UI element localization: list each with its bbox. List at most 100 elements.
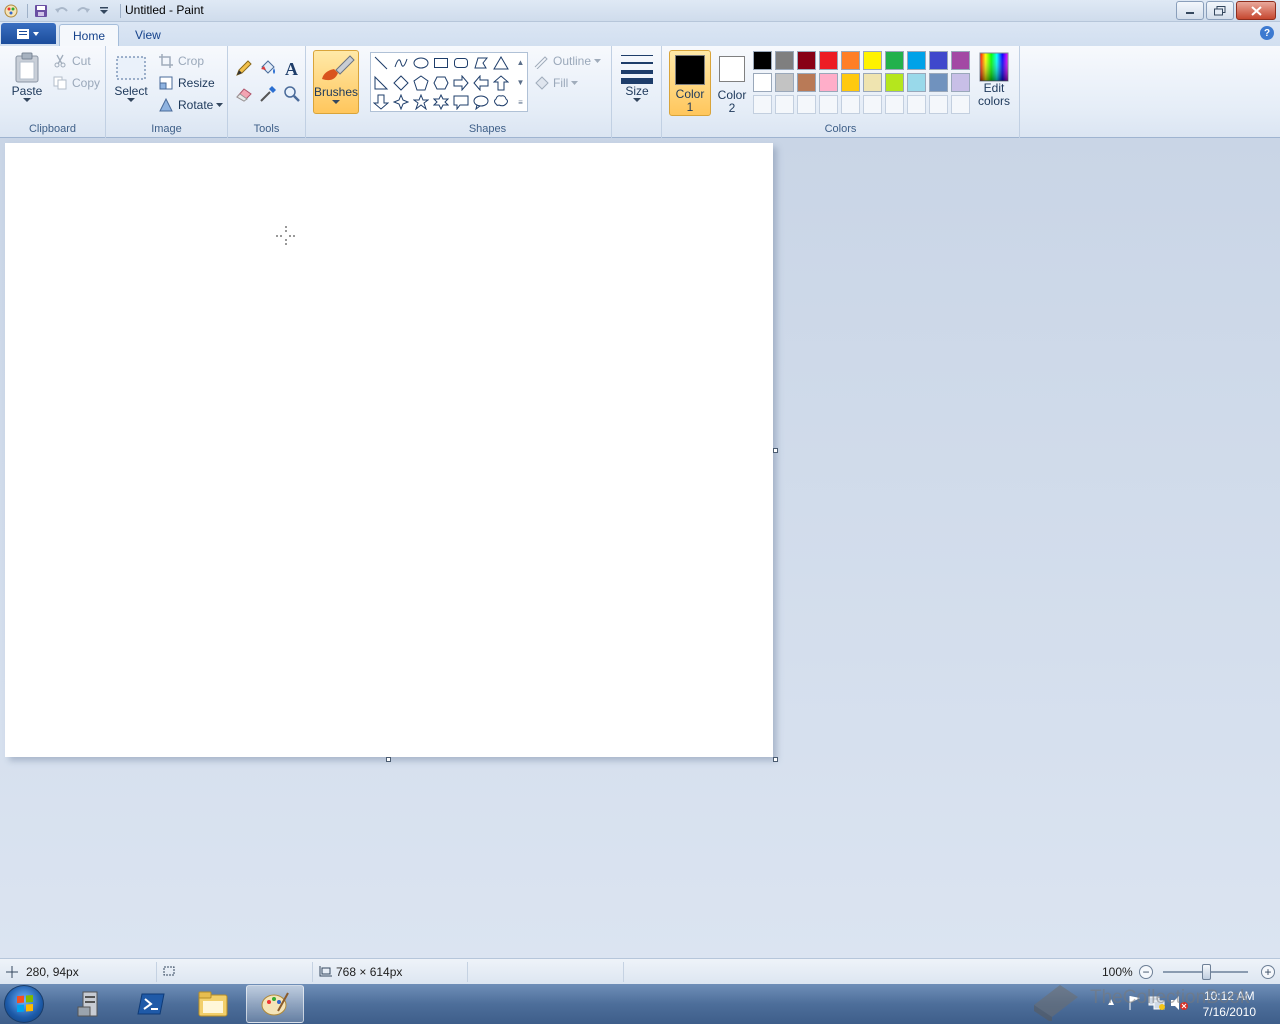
minimize-button[interactable] — [1176, 1, 1204, 20]
rectangular-callout-shape-icon[interactable] — [452, 93, 470, 111]
paint-menu-button[interactable] — [1, 23, 56, 44]
palette-swatch[interactable] — [819, 51, 838, 70]
rectangle-shape-icon[interactable] — [432, 54, 450, 72]
palette-swatch[interactable] — [907, 73, 926, 92]
right-triangle-shape-icon[interactable] — [372, 74, 390, 92]
palette-swatch[interactable] — [797, 73, 816, 92]
rotate-button[interactable]: Rotate — [158, 96, 224, 114]
pentagon-shape-icon[interactable] — [412, 74, 430, 92]
palette-swatch[interactable] — [951, 73, 970, 92]
oval-callout-shape-icon[interactable] — [472, 93, 490, 111]
four-point-star-shape-icon[interactable] — [392, 93, 410, 111]
triangle-shape-icon[interactable] — [492, 54, 510, 72]
custom-color-swatch[interactable] — [929, 95, 948, 114]
custom-color-swatch[interactable] — [797, 95, 816, 114]
customize-qat-icon[interactable] — [95, 2, 113, 20]
down-arrow-shape-icon[interactable] — [372, 93, 390, 111]
crop-button[interactable]: Crop — [158, 52, 204, 70]
start-button[interactable] — [4, 985, 44, 1023]
close-button[interactable] — [1236, 1, 1276, 20]
custom-color-swatch[interactable] — [753, 95, 772, 114]
palette-swatch[interactable] — [863, 51, 882, 70]
canvas-workspace[interactable] — [0, 138, 1280, 958]
taskbar-explorer[interactable] — [184, 985, 242, 1023]
cut-button[interactable]: Cut — [52, 52, 91, 70]
undo-icon[interactable] — [53, 2, 71, 20]
line-shape-icon[interactable] — [372, 54, 390, 72]
custom-color-swatch[interactable] — [907, 95, 926, 114]
restore-button[interactable] — [1206, 1, 1234, 20]
color1-button[interactable]: Color 1 — [669, 50, 711, 116]
palette-swatch[interactable] — [907, 51, 926, 70]
shapes-scroll-down-icon[interactable]: ▼ — [514, 73, 527, 92]
cloud-callout-shape-icon[interactable] — [492, 93, 510, 111]
paste-button[interactable]: Paste — [8, 52, 46, 103]
five-point-star-shape-icon[interactable] — [412, 93, 430, 111]
tab-view[interactable]: View — [122, 24, 174, 46]
left-arrow-shape-icon[interactable] — [472, 74, 490, 92]
brushes-button[interactable]: Brushes — [313, 50, 359, 114]
color-picker-icon[interactable] — [258, 84, 278, 107]
six-point-star-shape-icon[interactable] — [432, 93, 450, 111]
outline-button[interactable]: Outline — [533, 52, 602, 70]
palette-swatch[interactable] — [863, 73, 882, 92]
redo-icon[interactable] — [74, 2, 92, 20]
drawing-canvas[interactable] — [5, 143, 773, 757]
diamond-shape-icon[interactable] — [392, 74, 410, 92]
size-button[interactable]: Size — [619, 52, 655, 103]
copy-button[interactable]: Copy — [52, 74, 100, 92]
magnifier-icon[interactable] — [282, 84, 302, 107]
shapes-scroll-up-icon[interactable]: ▲ — [514, 53, 527, 72]
palette-swatch[interactable] — [775, 73, 794, 92]
right-arrow-shape-icon[interactable] — [452, 74, 470, 92]
color2-number: 2 — [728, 101, 736, 115]
save-icon[interactable] — [32, 2, 50, 20]
curve-shape-icon[interactable] — [392, 54, 410, 72]
pencil-icon[interactable] — [234, 58, 254, 81]
color2-button[interactable]: Color 2 — [712, 50, 752, 116]
custom-color-swatch[interactable] — [819, 95, 838, 114]
custom-color-swatch[interactable] — [885, 95, 904, 114]
tab-home[interactable]: Home — [59, 24, 120, 46]
custom-color-swatch[interactable] — [863, 95, 882, 114]
palette-swatch[interactable] — [797, 51, 816, 70]
custom-color-swatch[interactable] — [775, 95, 794, 114]
palette-swatch[interactable] — [929, 73, 948, 92]
palette-swatch[interactable] — [753, 73, 772, 92]
text-icon[interactable]: A — [282, 58, 302, 81]
resize-handle-corner[interactable] — [773, 757, 778, 762]
shapes-more-icon[interactable]: ≡ — [514, 93, 527, 112]
taskbar-server-manager[interactable] — [61, 985, 119, 1023]
palette-swatch[interactable] — [885, 73, 904, 92]
custom-color-swatch[interactable] — [841, 95, 860, 114]
help-icon[interactable]: ? — [1260, 26, 1274, 40]
palette-swatch[interactable] — [841, 51, 860, 70]
resize-button[interactable]: Resize — [158, 74, 215, 92]
palette-swatch[interactable] — [775, 51, 794, 70]
resize-handle-bottom[interactable] — [386, 757, 391, 762]
taskbar-powershell[interactable] — [122, 985, 180, 1023]
select-button[interactable]: Select — [114, 54, 148, 103]
palette-swatch[interactable] — [841, 73, 860, 92]
palette-swatch[interactable] — [929, 51, 948, 70]
fill-icon[interactable] — [258, 58, 278, 81]
zoom-in-button[interactable]: + — [1261, 965, 1275, 979]
polygon-shape-icon[interactable] — [472, 54, 490, 72]
edit-colors-button[interactable]: Edit colors — [974, 52, 1014, 108]
fill-label: Fill — [553, 76, 569, 90]
eraser-icon[interactable] — [234, 84, 254, 107]
fill-button[interactable]: Fill — [533, 74, 579, 92]
oval-shape-icon[interactable] — [412, 54, 430, 72]
palette-swatch[interactable] — [885, 51, 904, 70]
palette-swatch[interactable] — [819, 73, 838, 92]
up-arrow-shape-icon[interactable] — [492, 74, 510, 92]
palette-swatch[interactable] — [753, 51, 772, 70]
rounded-rectangle-shape-icon[interactable] — [452, 54, 470, 72]
palette-swatch[interactable] — [951, 51, 970, 70]
paste-icon — [15, 52, 39, 83]
taskbar-paint[interactable] — [246, 985, 304, 1023]
paint-app-icon[interactable] — [2, 2, 20, 20]
resize-handle-right[interactable] — [773, 448, 778, 453]
hexagon-shape-icon[interactable] — [432, 74, 450, 92]
custom-color-swatch[interactable] — [951, 95, 970, 114]
